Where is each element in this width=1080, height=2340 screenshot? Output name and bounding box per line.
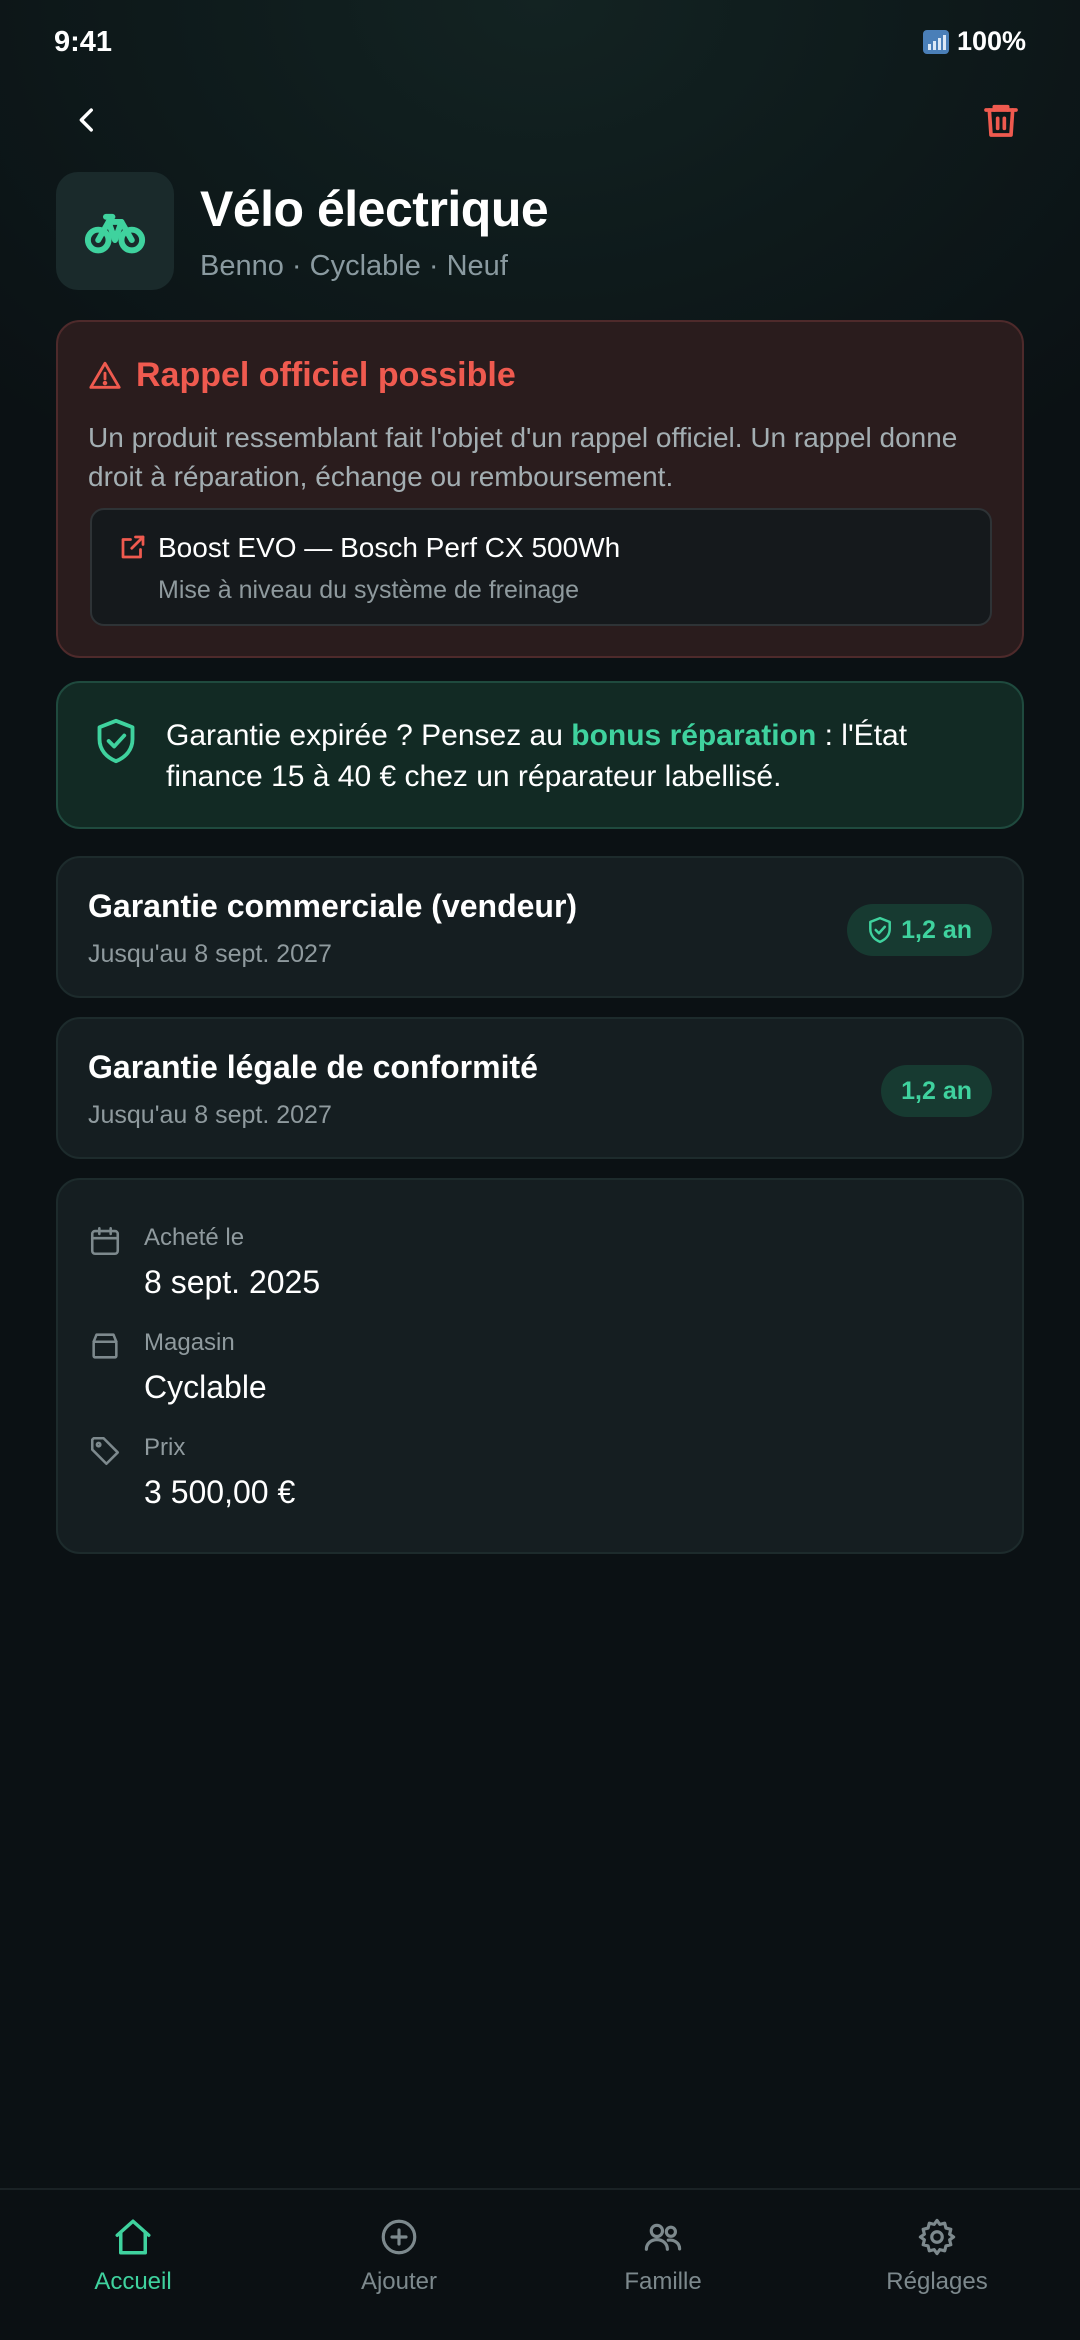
store-icon	[92, 1333, 118, 1359]
delete-button[interactable]	[976, 95, 1026, 145]
warranty-duration-badge: 1,2 an	[881, 1065, 992, 1117]
repair-bonus-text: Garantie expirée ? Pensez au bonus répar…	[166, 715, 1006, 797]
shield-check-icon	[869, 916, 892, 944]
warranty-title: Garantie commerciale (vendeur)	[88, 888, 578, 924]
product-icon-tile	[56, 172, 174, 290]
shield-check-icon	[97, 718, 135, 764]
nav-label: Réglages	[886, 2268, 988, 2295]
nav-item-home[interactable]: Accueil	[33, 2216, 233, 2326]
home-icon	[115, 2219, 151, 2255]
recall-item-title: Boost EVO — Bosch Perf CX 500Wh	[158, 532, 621, 563]
status-time: 9:41	[54, 26, 113, 58]
battery-level: 100%	[956, 26, 1026, 56]
product-title: Vélo électrique	[200, 181, 549, 237]
gear-icon	[918, 2218, 956, 2256]
warranty-card-commercial[interactable]: Garantie commerciale (vendeur) Jusqu'au …	[56, 856, 1024, 998]
warranty-duration: 1,2 an	[901, 1076, 972, 1105]
chevron-left-icon	[79, 108, 93, 132]
tag-icon	[90, 1436, 120, 1466]
bottom-nav: Accueil Ajouter Famille Réglages	[0, 2188, 1080, 2340]
calendar-icon	[90, 1226, 120, 1256]
detail-value: 3 500,00 €	[144, 1474, 296, 1510]
recall-title-row: Rappel officiel possible	[88, 356, 516, 395]
recall-item-subtitle: Mise à niveau du système de freinage	[158, 576, 580, 604]
detail-purchase-date: Acheté le 8 sept. 2025	[88, 1224, 988, 1314]
back-button[interactable]	[62, 95, 112, 145]
nav-item-add[interactable]: Ajouter	[299, 2216, 499, 2326]
nav-label: Ajouter	[360, 2268, 438, 2295]
nav-label: Accueil	[94, 2268, 172, 2295]
screen: 9:41 100% Vélo électrique Benno · Cyclab…	[0, 0, 1080, 2340]
detail-label: Prix	[144, 1434, 186, 1461]
detail-store: Magasin Cyclable	[88, 1329, 988, 1419]
trash-icon	[984, 104, 1018, 137]
warning-icon	[89, 361, 121, 389]
recall-body: Un produit ressemblant fait l'objet d'un…	[88, 422, 958, 492]
users-icon	[644, 2223, 682, 2251]
bonus-highlight: bonus réparation	[571, 719, 817, 752]
warranty-title: Garantie légale de conformité	[88, 1049, 538, 1085]
nav-item-settings[interactable]: Réglages	[837, 2216, 1037, 2326]
repair-bonus-card: Garantie expirée ? Pensez au bonus répar…	[56, 681, 1024, 829]
recall-link[interactable]: Boost EVO — Bosch Perf CX 500Wh Mise à n…	[90, 508, 992, 626]
detail-price: Prix 3 500,00 €	[88, 1434, 988, 1524]
detail-value: Cyclable	[144, 1369, 267, 1405]
detail-label: Magasin	[144, 1329, 235, 1356]
warranty-duration: 1,2 an	[901, 915, 972, 944]
nav-label: Famille	[624, 2268, 702, 2295]
signal-icon	[922, 29, 949, 54]
nav-item-family[interactable]: Famille	[563, 2216, 763, 2326]
recall-title: Rappel officiel possible	[136, 356, 516, 394]
detail-value: 8 sept. 2025	[144, 1264, 321, 1300]
warranty-date: Jusqu'au 8 sept. 2027	[88, 940, 332, 968]
purchase-details-card: Acheté le 8 sept. 2025 Magasin Cyclable …	[56, 1178, 1024, 1554]
status-indicators: 100%	[922, 26, 1026, 57]
warranty-card-legal[interactable]: Garantie légale de conformité Jusqu'au 8…	[56, 1017, 1024, 1159]
warranty-date: Jusqu'au 8 sept. 2027	[88, 1101, 332, 1129]
warranty-duration-badge: 1,2 an	[847, 904, 992, 956]
detail-label: Acheté le	[144, 1224, 245, 1251]
plus-circle-icon	[381, 2219, 417, 2255]
bonus-text-before: Garantie expirée ? Pensez au	[166, 719, 572, 752]
status-bar: 9:41 100%	[0, 0, 1080, 90]
external-link-icon	[121, 535, 145, 559]
product-subtitle: Benno · Cyclable · Neuf	[200, 250, 508, 282]
recall-card: Rappel officiel possible Un produit ress…	[56, 320, 1024, 658]
bicycle-icon	[84, 213, 146, 254]
